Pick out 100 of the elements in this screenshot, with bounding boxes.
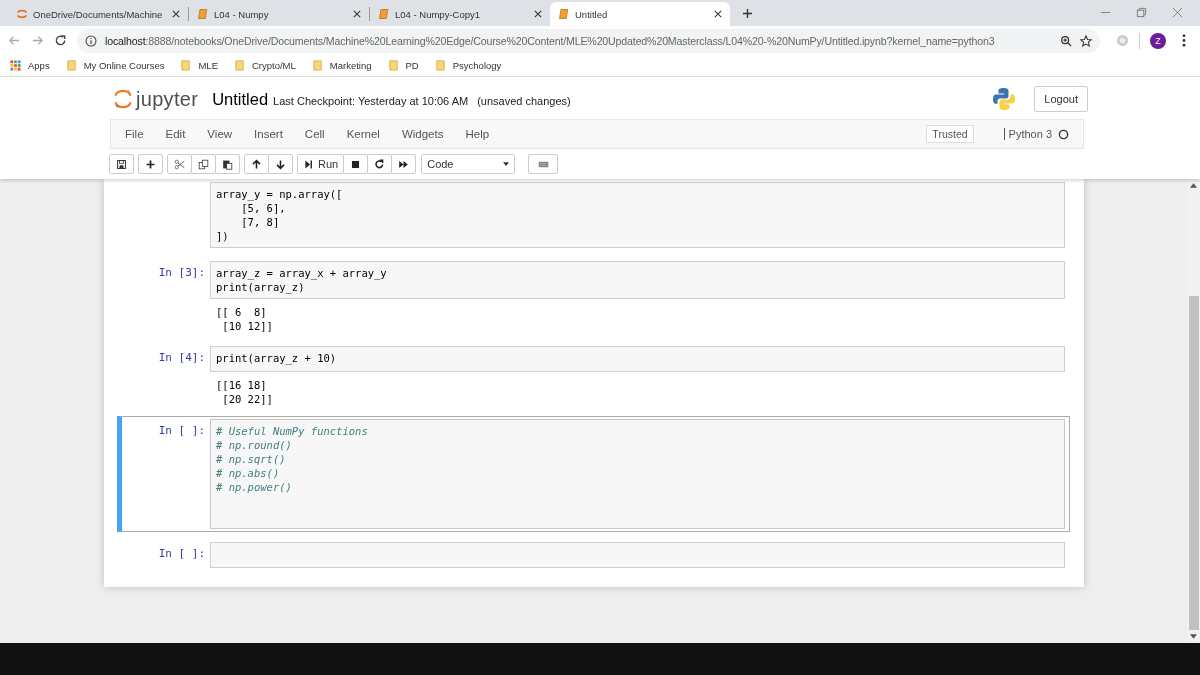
profile-avatar[interactable]: Z <box>1150 32 1166 49</box>
bookmark-link[interactable]: Apps <box>10 60 50 71</box>
paste-button[interactable] <box>215 154 240 174</box>
zoom-icon[interactable] <box>1060 34 1072 47</box>
close-icon[interactable] <box>172 10 180 18</box>
kernel-idle-icon <box>1058 128 1069 140</box>
notebook-cell[interactable]: In [3]: array_z = array_x + array_y print(array_z) [[ 6 8] [10 12]] <box>117 258 1070 336</box>
folder-icon <box>311 60 323 71</box>
python-logo-icon <box>992 87 1017 111</box>
notebook-name[interactable]: Untitled <box>212 89 269 109</box>
code-input[interactable]: # Useful NumPy functions # np.round() # np.sqrt() # np.abs() # np.power() <box>210 419 1065 529</box>
bookmark-link[interactable]: Psychology <box>434 60 502 71</box>
close-icon[interactable] <box>534 10 542 18</box>
comment-line: # np.abs() <box>216 466 281 480</box>
jupyter-logo-icon <box>16 8 28 20</box>
trusted-indicator[interactable]: Trusted <box>926 125 974 143</box>
bookmark-link[interactable]: My Online Courses <box>65 60 165 71</box>
copy-icon <box>198 158 209 170</box>
code-line: [7, 8] <box>240 215 281 229</box>
jupyter-logo[interactable]: jupyter <box>114 87 199 111</box>
book-icon <box>558 8 570 20</box>
comment-line: # np.power() <box>216 480 293 494</box>
close-icon[interactable] <box>714 10 722 18</box>
folder-icon <box>434 60 446 71</box>
run-button[interactable]: Run <box>297 154 345 174</box>
bookmark-link[interactable]: MLE <box>180 60 218 71</box>
notebook-cell[interactable]: In [ ]: <box>117 539 1070 571</box>
close-icon[interactable] <box>353 10 361 18</box>
menu-item[interactable]: Edit <box>165 128 186 140</box>
scroll-up-icon[interactable] <box>1190 183 1197 188</box>
apps-grid-icon <box>10 60 21 71</box>
input-prompt: In [ ]: <box>157 546 206 562</box>
add-button[interactable] <box>138 154 163 174</box>
menu-item[interactable]: Kernel <box>346 128 380 140</box>
reload-icon[interactable] <box>54 34 67 47</box>
code-input[interactable]: array_z = array_x + array_y print(array_z) <box>210 261 1065 299</box>
tab-title: Untitled <box>575 8 609 20</box>
down-button[interactable] <box>268 154 293 174</box>
notebook-cell[interactable]: array_y = np.array([ [5, 6], [7, 8] ]) <box>117 179 1070 251</box>
url-text: localhost:8888/notebooks/OneDrive/Documents/Machine%20Learning%20Edge/Course%20Content/MLE%20Updated%20Masterclass/L04%20-%20NumPy/Untitled.ipynb?kernel_name=python3 <box>105 34 996 47</box>
cut-button[interactable] <box>167 154 192 174</box>
menu-item[interactable]: Widgets <box>401 128 444 140</box>
new-tab-icon[interactable] <box>742 8 753 19</box>
code-line: array_z = array_x + array_y <box>216 266 388 280</box>
cell-type-dropdown[interactable]: Code <box>421 154 516 174</box>
output-line: [20 22]] <box>221 392 273 406</box>
comment-line: # np.sqrt() <box>216 452 287 466</box>
bookmark-link[interactable]: Marketing <box>311 60 372 71</box>
restart-icon <box>374 158 386 170</box>
checkpoint-text: Last Checkpoint: Yesterday at 10:06 AM <box>273 94 469 107</box>
save-button[interactable] <box>109 154 134 174</box>
code-line: [5, 6], <box>240 201 287 215</box>
tab-title: L04 - Numpy <box>214 8 270 20</box>
notebook-cell[interactable]: In [4]: print(array_z + 10) [[16 18] [20 22]] <box>117 343 1070 409</box>
menu-item[interactable]: Insert <box>254 128 283 140</box>
comment-line: # Useful NumPy functions <box>216 424 369 438</box>
code-input[interactable]: array_y = np.array([ [5, 6], [7, 8] ]) <box>210 182 1065 248</box>
selected-cell[interactable]: In [ ]: # Useful NumPy functions # np.round() # np.sqrt() # np.abs() # np.power() <box>117 416 1070 532</box>
menu-icon[interactable] <box>1182 34 1186 47</box>
save-status: (unsaved changes) <box>477 94 571 107</box>
copy-button[interactable] <box>191 154 216 174</box>
restart-button[interactable] <box>367 154 393 174</box>
logout-button[interactable]: Logout <box>1034 86 1088 112</box>
fastforward-button[interactable] <box>391 154 417 174</box>
menu-item[interactable]: Help <box>465 128 490 140</box>
run-icon <box>303 158 314 170</box>
run-label: Run <box>318 158 339 170</box>
info-icon <box>85 34 97 47</box>
keyboard-shortcuts-button[interactable] <box>528 154 559 174</box>
input-prompt: In [ ]: <box>157 423 206 439</box>
cut-icon <box>174 158 185 170</box>
jupyter-logo-icon <box>114 88 132 110</box>
stop-button[interactable] <box>343 154 369 174</box>
tab-title: OneDrive/Documents/Machine <box>33 8 164 20</box>
folder-icon <box>180 60 192 71</box>
code-input[interactable]: print(array_z + 10) <box>210 346 1065 372</box>
folder-icon <box>65 60 77 71</box>
menu-item[interactable]: File <box>125 128 144 140</box>
star-icon[interactable] <box>1080 34 1092 47</box>
code-input[interactable] <box>210 542 1065 568</box>
stop-icon <box>350 158 362 170</box>
kernel-name[interactable]: Python 3 <box>1003 128 1052 140</box>
book-icon <box>378 8 390 20</box>
cell-type-value: Code <box>427 158 454 170</box>
scroll-down-icon[interactable] <box>1190 634 1197 639</box>
save-icon <box>116 158 127 170</box>
output-line: [[ 6 8] <box>216 305 268 319</box>
down-icon <box>275 158 286 170</box>
restore-icon[interactable] <box>1136 7 1147 18</box>
menu-item[interactable]: View <box>207 128 233 140</box>
browser-tab[interactable]: Untitled <box>550 2 730 26</box>
code-line: ]) <box>216 229 230 243</box>
bookmark-link[interactable]: PD <box>387 60 419 71</box>
up-button[interactable] <box>244 154 269 174</box>
caret-icon <box>503 162 510 166</box>
address-field[interactable]: localhost:8888/notebooks/OneDrive/Documents/Machine%20Learning%20Edge/Course%20Content/MLE%20Updated%20Masterclass/L04%20-%20NumPy/Untitled.ipynb?kernel_name=python3 <box>77 28 1100 53</box>
up-icon <box>251 158 262 170</box>
bookmark-link[interactable]: Crypto/ML <box>234 60 296 71</box>
input-prompt: In [4]: <box>157 350 206 366</box>
menu-item[interactable]: Cell <box>304 128 325 140</box>
